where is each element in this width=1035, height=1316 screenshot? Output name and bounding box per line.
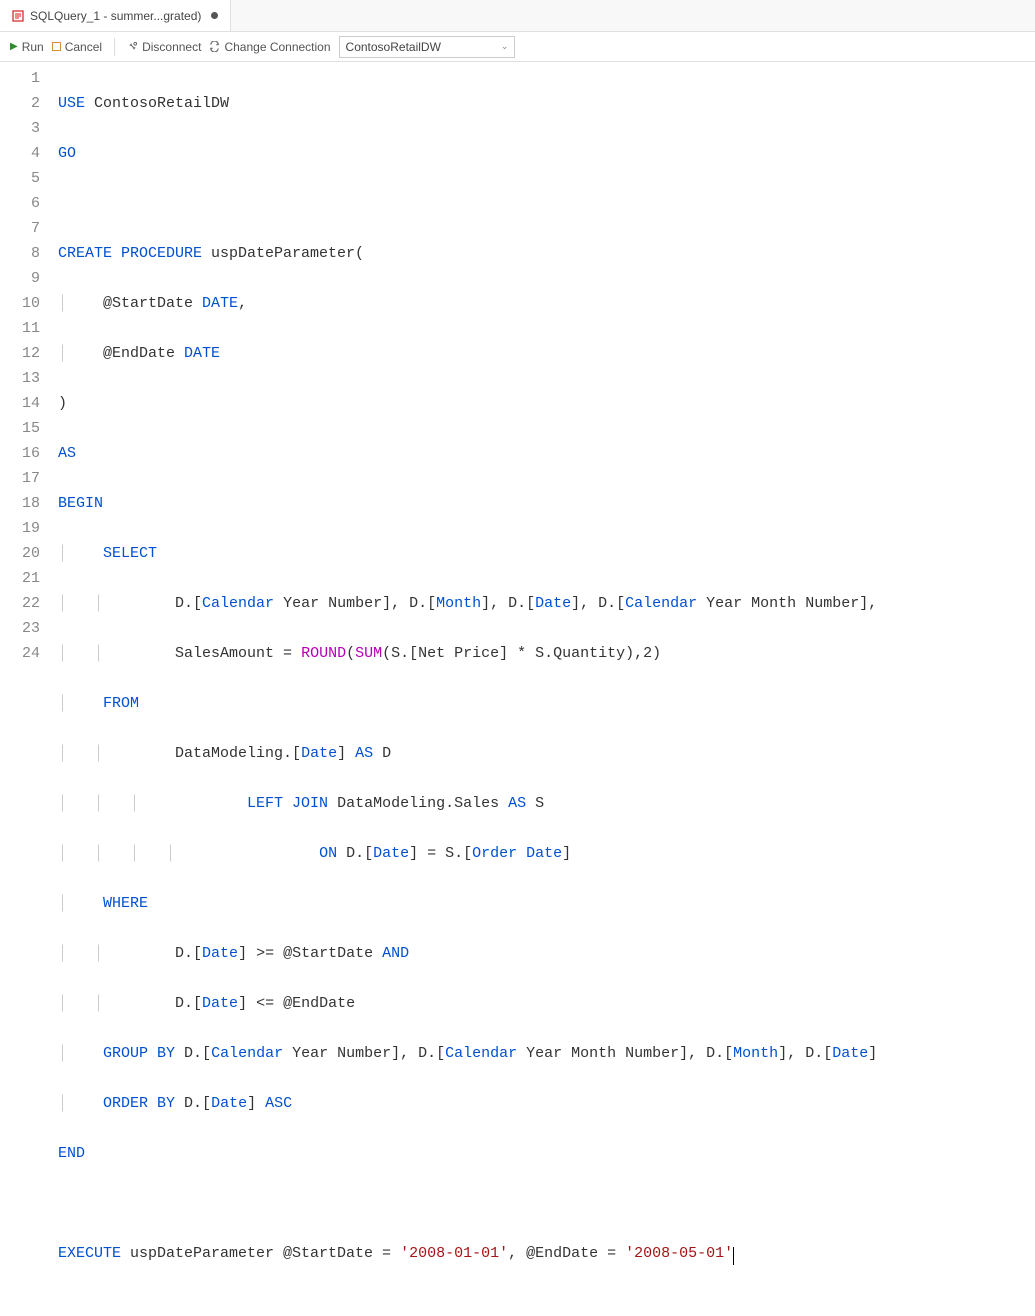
line-number: 15 [0, 416, 40, 441]
line-number: 20 [0, 541, 40, 566]
file-tab[interactable]: SQLQuery_1 - summer...grated) [0, 0, 231, 31]
change-connection-label: Change Connection [224, 40, 330, 54]
code-editor[interactable]: 1 2 3 4 5 6 7 8 9 10 11 12 13 14 15 16 1… [0, 62, 1035, 676]
stop-icon [52, 42, 61, 51]
change-connection-button[interactable]: Change Connection [209, 40, 330, 54]
play-icon: ▶ [10, 41, 18, 52]
line-number: 22 [0, 591, 40, 616]
text-cursor [733, 1247, 734, 1265]
unsaved-dot-icon [211, 12, 218, 19]
connection-dropdown[interactable]: ContosoRetailDW ⌄ [339, 36, 516, 58]
line-number: 5 [0, 166, 40, 191]
line-number: 23 [0, 616, 40, 641]
disconnect-button[interactable]: Disconnect [127, 40, 201, 54]
line-number: 7 [0, 216, 40, 241]
cancel-button[interactable]: Cancel [52, 40, 102, 54]
disconnect-icon [127, 41, 138, 52]
change-connection-icon [209, 41, 220, 52]
line-number: 10 [0, 291, 40, 316]
tab-bar: SQLQuery_1 - summer...grated) [0, 0, 1035, 32]
line-number: 9 [0, 266, 40, 291]
connection-value: ContosoRetailDW [346, 40, 441, 54]
run-label: Run [22, 40, 44, 54]
line-number: 12 [0, 341, 40, 366]
line-number: 11 [0, 316, 40, 341]
line-number: 14 [0, 391, 40, 416]
line-number: 3 [0, 116, 40, 141]
sql-file-icon [12, 10, 24, 22]
line-number: 6 [0, 191, 40, 216]
line-number: 8 [0, 241, 40, 266]
line-number: 17 [0, 466, 40, 491]
chevron-down-icon: ⌄ [501, 41, 509, 52]
run-button[interactable]: ▶ Run [10, 40, 44, 54]
line-number: 1 [0, 66, 40, 91]
line-number: 2 [0, 91, 40, 116]
line-number: 21 [0, 566, 40, 591]
line-number: 18 [0, 491, 40, 516]
line-number-gutter: 1 2 3 4 5 6 7 8 9 10 11 12 13 14 15 16 1… [0, 62, 58, 676]
disconnect-label: Disconnect [142, 40, 201, 54]
line-number: 4 [0, 141, 40, 166]
line-number: 19 [0, 516, 40, 541]
code-area[interactable]: USE ContosoRetailDW GO CREATE PROCEDURE … [58, 62, 1035, 676]
cancel-label: Cancel [65, 40, 102, 54]
line-number: 13 [0, 366, 40, 391]
line-number: 24 [0, 641, 40, 666]
toolbar-separator [114, 38, 115, 56]
toolbar: ▶ Run Cancel Disconnect Change Connectio… [0, 32, 1035, 62]
line-number: 16 [0, 441, 40, 466]
tab-label: SQLQuery_1 - summer...grated) [30, 9, 201, 23]
